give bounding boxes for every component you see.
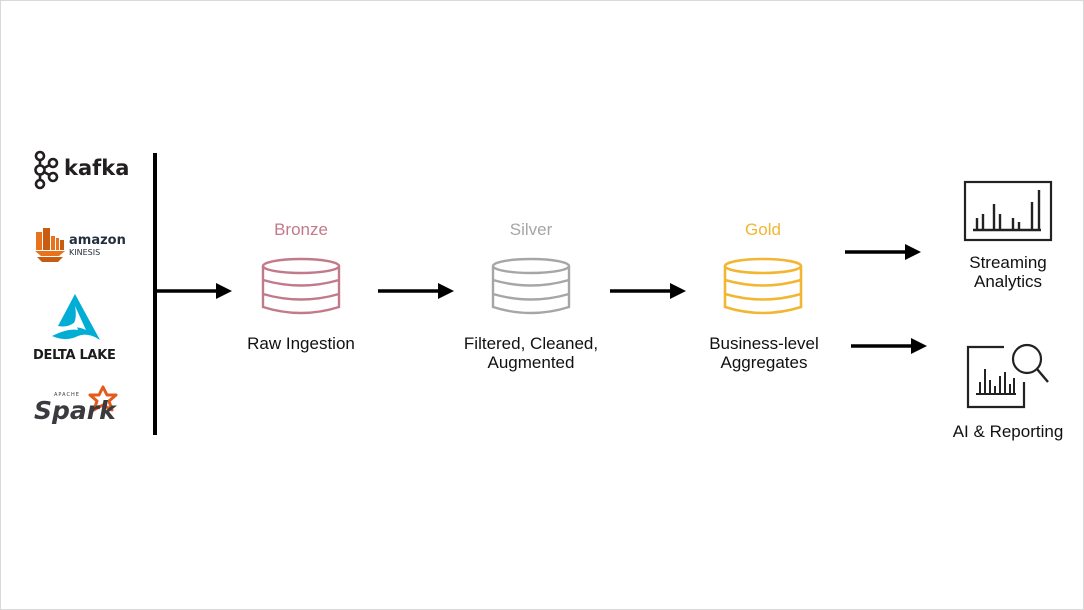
bronze-database-icon <box>261 257 341 315</box>
kinesis-icon <box>35 228 65 262</box>
spark-logo: APACHE Spark <box>34 385 124 430</box>
delta-lake-label: DELTA LAKE <box>33 348 116 363</box>
bar-chart-icon <box>963 180 1053 242</box>
sources-divider-line <box>153 153 157 435</box>
streaming-analytics-label: Streaming Analytics <box>969 253 1047 291</box>
tier-bronze-title: Bronze <box>274 220 328 239</box>
delta-lake-icon <box>52 294 100 340</box>
spark-label: Spark <box>34 396 116 425</box>
kafka-label: kafka <box>64 156 130 180</box>
ai-reporting-label: AI & Reporting <box>952 422 1064 441</box>
kafka-logo: kafka <box>32 150 132 190</box>
report-magnifier-icon <box>966 343 1049 409</box>
tier-gold-description: Business-level Aggregates <box>709 334 819 372</box>
tier-silver-title: Silver <box>509 220 553 239</box>
gold-database-icon <box>723 257 803 315</box>
silver-database-icon <box>491 257 571 315</box>
kafka-icon <box>34 150 59 190</box>
delta-lake-logo: DELTA LAKE <box>30 292 125 364</box>
tier-silver-description: Filtered, Cleaned, Augmented <box>463 334 599 372</box>
tier-gold-title: Gold <box>745 220 781 239</box>
kinesis-logo: amazon KINESIS <box>34 228 126 264</box>
kinesis-sublabel: KINESIS <box>69 248 101 257</box>
kinesis-label: amazon <box>69 233 126 248</box>
tier-bronze-description: Raw Ingestion <box>247 334 355 353</box>
